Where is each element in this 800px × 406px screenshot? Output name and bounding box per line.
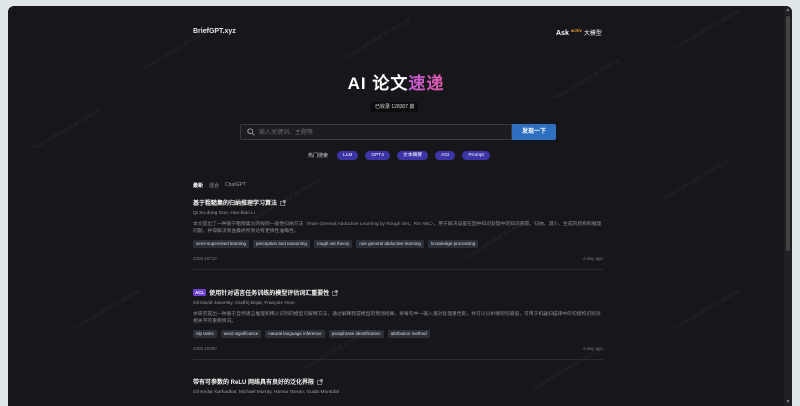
watermark: Telegram@科技频道 原汁原味分享 <box>661 158 732 202</box>
paper-card: 带有可参数的 ReLU 网络具有良好的泛化界限 Gil Kedar Karhad… <box>193 377 603 395</box>
keyword-tag[interactable]: natural language inference <box>265 330 325 338</box>
paper-keywords: semi-supervised learning perception and … <box>193 240 603 248</box>
llm-label: 大模型 <box>583 31 602 37</box>
hot-tag-gpt4[interactable]: GPT4 <box>365 150 390 160</box>
tab-chatgpt[interactable]: ChatGPT <box>225 182 246 189</box>
paper-title[interactable]: 基于粗糙集的归纳推理学习算法 <box>193 198 277 207</box>
keyword-tag[interactable]: knowledge processing <box>427 240 479 248</box>
paper-card: ACL 使用针对语言任务训练的模型评估词汇重要性 Gil David Javor… <box>193 288 603 360</box>
keyword-tag[interactable]: perception and reasoning <box>253 240 310 248</box>
paper-title[interactable]: 带有可参数的 ReLU 网络具有良好的泛化界限 <box>193 377 314 386</box>
paper-title-row[interactable]: 带有可参数的 ReLU 网络具有良好的泛化界限 <box>193 377 603 386</box>
external-link-icon[interactable] <box>280 199 286 206</box>
brand-link[interactable]: BriefGPT.xyz <box>193 28 236 35</box>
divider <box>193 359 603 360</box>
paper-keywords: nlp tasks word significance natural lang… <box>193 330 603 338</box>
browser-window: Telegram@科技频道 原汁原味分享 Telegram@科技频道 原汁原味分… <box>8 6 792 406</box>
paper-abstract: 本文提出了一种基于粗糙集论的规则一般性归纳方法（Rule General Abd… <box>193 222 602 234</box>
ask-arxiv-link[interactable]: Ask arXiv大模型 <box>556 28 602 37</box>
paper-card: 基于粗糙集的归纳推理学习算法 Qi Xu-dong Guo, Hou-biao … <box>193 198 603 270</box>
keyword-tag[interactable]: paraphrase identification <box>328 330 384 338</box>
search-button[interactable]: 发现一下 <box>512 124 556 140</box>
external-link-icon[interactable] <box>317 378 323 385</box>
paper-authors: Qi Xu-dong Guo, Hou-biao Li <box>193 211 255 216</box>
paper-age: a day ago <box>583 346 603 351</box>
watermark: Telegram@科技频道 原汁原味分享 <box>31 108 102 152</box>
watermark: Telegram@科技频道 原汁原味分享 <box>71 288 142 332</box>
title-main: AI 论文 <box>347 74 409 93</box>
venue-badge: ACL <box>193 289 207 296</box>
hot-search-bar: 热门搜索 LLM GPT4 文本摘要 AGI Prompt <box>308 150 490 160</box>
paper-title[interactable]: 使用针对语言任务训练的模型评估词汇重要性 <box>209 288 329 297</box>
keyword-tag[interactable]: rule general abductive learning <box>356 240 424 248</box>
scroll-up-icon[interactable]: ▲ <box>785 7 791 13</box>
hot-tag-summary[interactable]: 文本摘要 <box>396 150 429 160</box>
title-accent: 速递 <box>408 74 445 93</box>
paper-age: a day ago <box>583 256 603 261</box>
site-header: BriefGPT.xyz Ask arXiv大模型 <box>8 6 784 56</box>
paper-id: 2305.15880 <box>193 346 217 351</box>
paper-id: 2305.19718 <box>193 256 217 261</box>
paper-meta: 2305.19718 a day ago <box>193 256 603 261</box>
arxiv-label: arXiv <box>570 28 582 33</box>
search-icon <box>247 128 255 136</box>
keyword-tag[interactable]: rough set theory <box>313 240 353 248</box>
paper-title-row[interactable]: 基于粗糙集的归纳推理学习算法 <box>193 198 603 207</box>
scrollbar[interactable]: ▲ ▼ <box>784 6 792 406</box>
watermark: Telegram@科技频道 原汁原味分享 <box>671 288 742 332</box>
feed-tabs: 最新 混合 ChatGPT <box>193 182 246 189</box>
tab-latest[interactable]: 最新 <box>193 182 203 189</box>
scroll-thumb[interactable] <box>786 16 790 251</box>
hot-tag-llm[interactable]: LLM <box>337 150 359 160</box>
hot-search-label: 热门搜索 <box>308 152 329 159</box>
paper-abstract: 本研究提出一种基于自然语言推理和释义识别的模型可解释方法，通过解释我提模型的预测… <box>193 312 601 324</box>
keyword-tag[interactable]: nlp tasks <box>193 330 217 338</box>
scroll-down-icon[interactable]: ▼ <box>785 399 791 405</box>
keyword-tag[interactable]: attribution method <box>387 330 430 338</box>
paper-authors: Gil David Javorsky, Ondřej Bojar, Franço… <box>193 301 295 306</box>
paper-meta: 2305.15880 a day ago <box>193 346 603 351</box>
search-box <box>240 124 512 140</box>
paper-title-row[interactable]: ACL 使用针对语言任务训练的模型评估词汇重要性 <box>193 288 603 297</box>
page-title: AI 论文速递 <box>8 69 784 94</box>
external-link-icon[interactable] <box>332 289 338 296</box>
divider <box>193 269 603 270</box>
paper-count-badge: 已收录 128307 篇 <box>371 102 419 112</box>
paper-authors: Gil Kedar Karhadkar, Michael Murray, Han… <box>193 390 340 395</box>
tab-mixed[interactable]: 混合 <box>209 182 219 189</box>
ask-label: Ask <box>556 30 569 37</box>
hot-tag-prompt[interactable]: Prompt <box>462 150 490 160</box>
hot-tag-agi[interactable]: AGI <box>435 150 456 160</box>
keyword-tag[interactable]: semi-supervised learning <box>193 240 250 248</box>
search-input[interactable] <box>259 126 509 139</box>
keyword-tag[interactable]: word significance <box>220 330 262 338</box>
